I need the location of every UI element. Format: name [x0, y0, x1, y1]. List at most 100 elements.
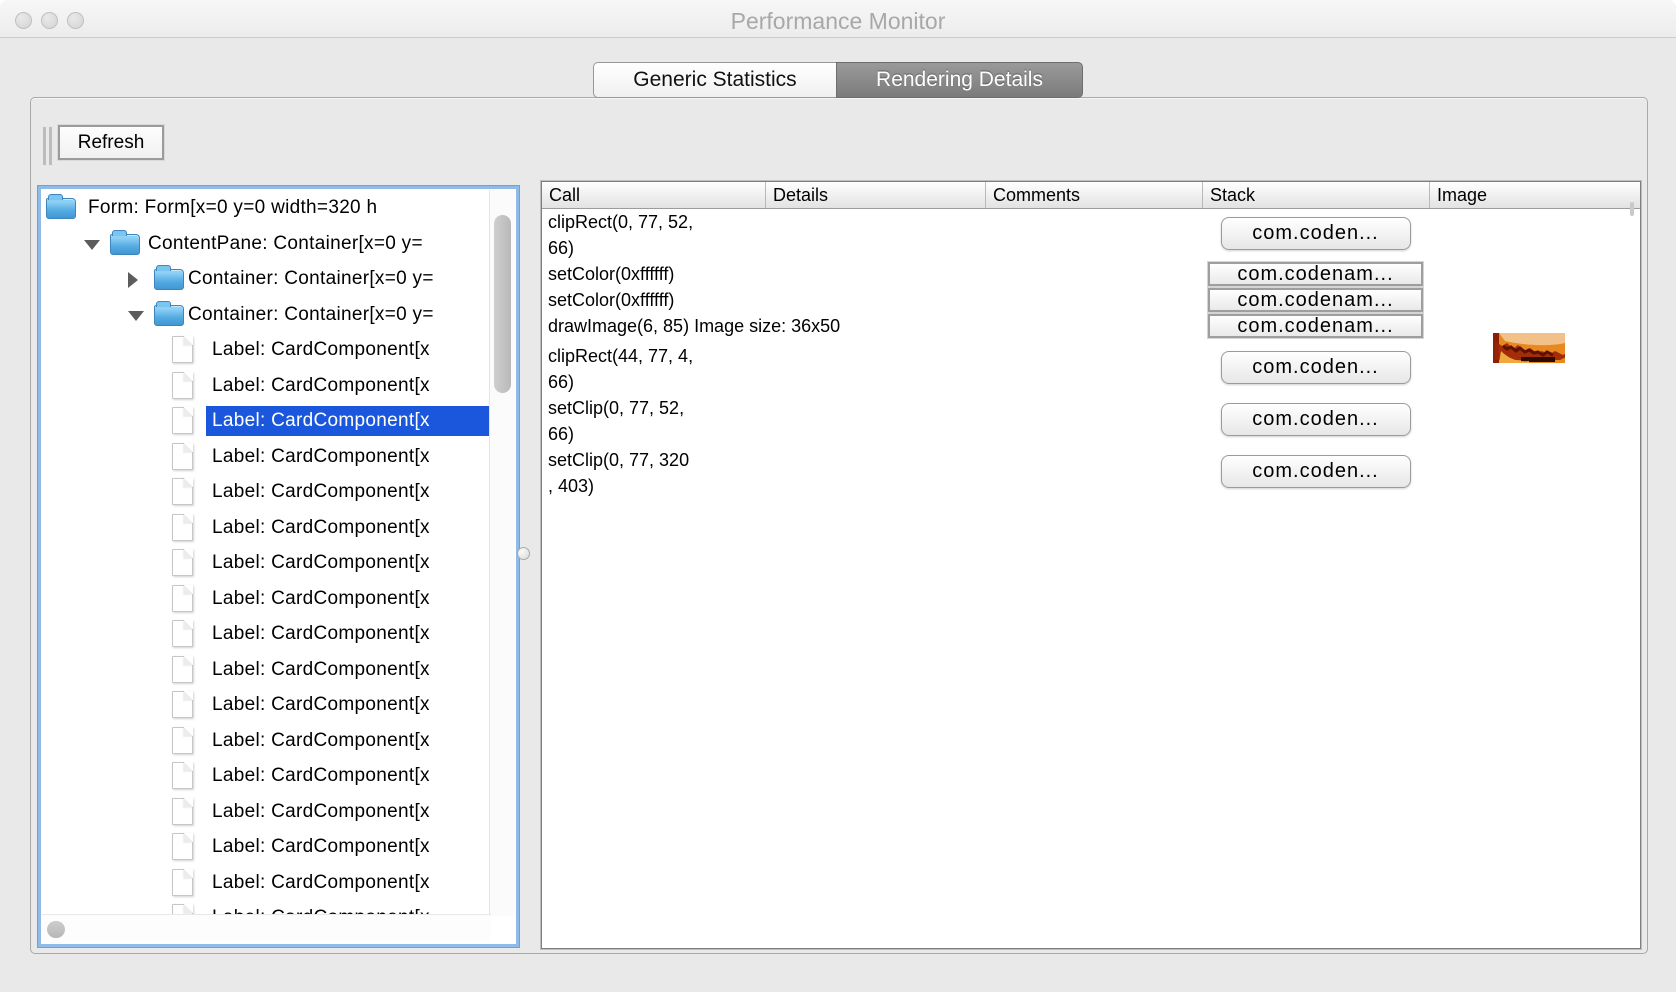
details-cell [765, 343, 985, 395]
tree-node[interactable]: Label: CardComponent[x [42, 510, 491, 546]
column-header-stack[interactable]: Stack [1202, 182, 1429, 208]
tree-node-label-selected: Label: CardComponent[x [206, 406, 491, 436]
document-icon [172, 585, 193, 612]
document-icon [172, 620, 193, 647]
tree-node[interactable]: Form: Form[x=0 y=0 width=320 h [42, 190, 491, 226]
tree-node[interactable]: Label: CardComponent[x [42, 332, 491, 368]
details-cell [765, 287, 985, 313]
table-row[interactable]: setColor(0xffffff)com.codenam... [542, 261, 1640, 287]
tree-node[interactable]: Label: CardComponent[x [42, 545, 491, 581]
tree-node-label: Label: CardComponent[x [206, 548, 491, 578]
table-row[interactable]: clipRect(0, 77, 52, 66) com.coden... [542, 209, 1640, 261]
image-cell [1429, 287, 1640, 313]
tree-node-label: Label: CardComponent[x [206, 335, 491, 365]
tree-node-label: Label: CardComponent[x [206, 690, 491, 720]
disclosure-closed-icon[interactable] [128, 272, 138, 288]
tree-node[interactable]: Label: CardComponent[x [42, 474, 491, 510]
stack-trace-button[interactable]: com.coden... [1221, 217, 1411, 250]
tree-node-label: Container: Container[x=0 y= [182, 264, 491, 294]
details-cell [765, 447, 985, 499]
stack-trace-button[interactable]: com.codenam... [1208, 262, 1423, 286]
tree-node[interactable]: Label: CardComponent[x [42, 439, 491, 475]
tree-node[interactable]: Label: CardComponent[x [42, 368, 491, 404]
document-icon [172, 478, 193, 505]
tree-node[interactable]: Label: CardComponent[x [42, 616, 491, 652]
tree-node-label: Label: CardComponent[x [206, 832, 491, 862]
table-row[interactable]: setColor(0xffffff) com.codenam... [542, 287, 1640, 313]
tree-horizontal-scrollbar-thumb[interactable] [47, 921, 65, 938]
rendered-image-thumbnail [1493, 333, 1565, 363]
disclosure-open-icon[interactable] [84, 240, 100, 250]
tree-node-label: Label: CardComponent[x [206, 513, 491, 543]
table-row[interactable]: setClip(0, 77, 320 , 403) com.coden... [542, 447, 1640, 499]
column-header-call[interactable]: Call [542, 182, 765, 208]
tree-node-label: Container: Container[x=0 y= [182, 300, 491, 330]
title-bar: Performance Monitor [0, 0, 1676, 38]
tree-vertical-scrollbar-thumb[interactable] [494, 215, 511, 393]
tree-node-label: ContentPane: Container[x=0 y= [142, 229, 491, 259]
tree-vertical-scrollbar[interactable] [489, 190, 515, 916]
tree-node[interactable]: Label: CardComponent[x [42, 723, 491, 759]
tree-node-label: Label: CardComponent[x [206, 726, 491, 756]
document-icon [172, 407, 193, 434]
folder-icon [46, 198, 76, 219]
tree-node[interactable]: Label: CardComponent[x [42, 403, 491, 439]
tree-node[interactable]: Label: CardComponent[x [42, 581, 491, 617]
comments-cell [985, 209, 1202, 261]
tree-node[interactable]: Label: CardComponent[x [42, 829, 491, 865]
call-cell: setClip(0, 77, 320 , 403) [542, 447, 765, 499]
tree-node[interactable]: ContentPane: Container[x=0 y= [42, 226, 491, 262]
table-header: Call Details Comments Stack Image [542, 182, 1640, 209]
disclosure-open-icon[interactable] [128, 311, 144, 321]
details-cell [765, 261, 985, 287]
stack-trace-button[interactable]: com.coden... [1221, 455, 1411, 488]
tree-node[interactable]: Label: CardComponent[x [42, 794, 491, 830]
column-header-details[interactable]: Details [765, 182, 985, 208]
app-window: Performance Monitor Generic Statistics R… [0, 0, 1676, 992]
tab-bar: Generic Statistics Rendering Details [593, 62, 1083, 98]
tab-generic-statistics[interactable]: Generic Statistics [593, 62, 836, 98]
window-title: Performance Monitor [0, 8, 1676, 35]
document-icon [172, 869, 193, 896]
refresh-button[interactable]: Refresh [58, 125, 164, 160]
table-row[interactable]: drawImage(6, 85) Image size: 36x50com.co… [542, 313, 1640, 343]
splitpane-divider-handle[interactable] [517, 547, 530, 560]
comments-cell [985, 313, 1202, 343]
stack-trace-button[interactable]: com.coden... [1221, 403, 1411, 436]
document-icon [172, 727, 193, 754]
tree-node[interactable]: Container: Container[x=0 y= [42, 261, 491, 297]
document-icon [172, 443, 193, 470]
call-cell: clipRect(0, 77, 52, 66) [542, 209, 765, 261]
tree-node-label: Label: CardComponent[x [206, 797, 491, 827]
table-row[interactable]: clipRect(44, 77, 4, 66)com.coden... [542, 343, 1640, 395]
tree-node-label: Label: CardComponent[x [206, 442, 491, 472]
tree-node[interactable]: Label: CardComponent[x [42, 652, 491, 688]
folder-icon [154, 269, 184, 290]
document-icon [172, 549, 193, 576]
tab-rendering-details[interactable]: Rendering Details [836, 62, 1083, 98]
comments-cell [985, 447, 1202, 499]
column-header-image[interactable]: Image [1429, 182, 1640, 208]
details-cell [765, 209, 985, 261]
table-vertical-scrollbar-thumb[interactable] [1630, 202, 1634, 216]
tree-node-label: Label: CardComponent[x [206, 477, 491, 507]
column-header-comments[interactable]: Comments [985, 182, 1202, 208]
stack-trace-button[interactable]: com.coden... [1221, 351, 1411, 384]
tree-node[interactable]: Label: CardComponent[x [42, 865, 491, 901]
tree-node[interactable]: Label: CardComponent[x [42, 687, 491, 723]
document-icon [172, 372, 193, 399]
image-cell [1429, 313, 1640, 343]
tree-node[interactable]: Container: Container[x=0 y= [42, 297, 491, 333]
toolbar-drag-handle[interactable] [43, 127, 53, 165]
tree-horizontal-scrollbar[interactable] [42, 914, 491, 943]
component-tree-pane: Form: Form[x=0 y=0 width=320 hContentPan… [37, 185, 520, 948]
stack-cell: com.coden... [1202, 447, 1429, 499]
call-cell: setColor(0xffffff) [542, 287, 765, 313]
table-row[interactable]: setClip(0, 77, 52, 66) com.coden... [542, 395, 1640, 447]
stack-trace-button[interactable]: com.codenam... [1208, 314, 1423, 338]
call-cell: setClip(0, 77, 52, 66) [542, 395, 765, 447]
document-icon [172, 656, 193, 683]
comments-cell [985, 395, 1202, 447]
stack-trace-button[interactable]: com.codenam... [1208, 288, 1423, 312]
tree-node[interactable]: Label: CardComponent[x [42, 758, 491, 794]
